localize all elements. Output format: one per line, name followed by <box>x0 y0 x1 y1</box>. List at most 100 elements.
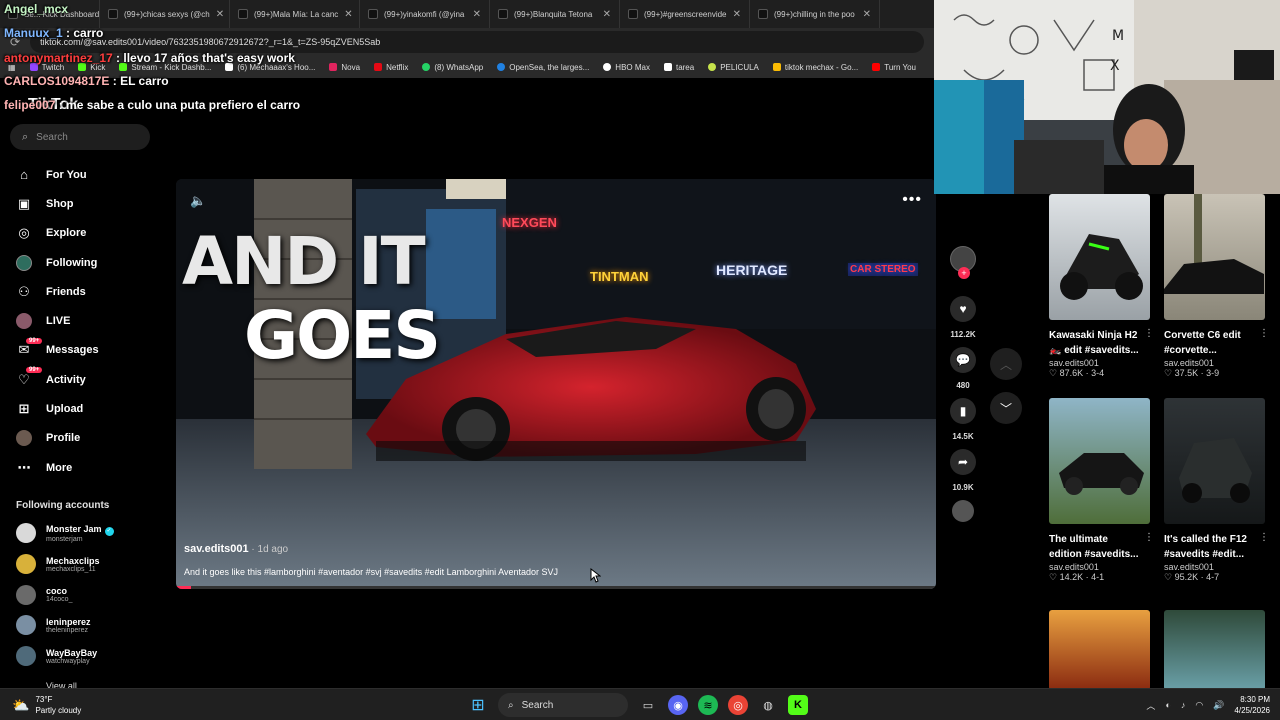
bookmark-hbo[interactable]: HBO Max <box>603 63 650 72</box>
upload-icon: ⊞ <box>18 401 30 417</box>
video-info: sav.edits001 · 1d ago And it goes like t… <box>184 543 558 577</box>
related-video-card[interactable] <box>1164 610 1265 688</box>
sidebar-item-for-you[interactable]: ⌂ For You <box>16 160 166 189</box>
video-progress-bar[interactable] <box>176 586 936 589</box>
video-time: · 1d ago <box>248 544 289 555</box>
music-disc-button[interactable] <box>944 500 982 522</box>
bookmark-opensea[interactable]: OpenSea, the larges... <box>497 63 589 72</box>
sidebar-item-friends[interactable]: ⚇ Friends <box>16 277 166 306</box>
tray-chevron-icon[interactable]: ︿ <box>1146 699 1155 712</box>
comment-icon: 💬 <box>950 347 976 373</box>
tab-close-icon[interactable]: ✕ <box>344 9 352 20</box>
share-button[interactable]: ➦ 10.9K <box>944 449 982 492</box>
video-author[interactable]: sav.edits001 <box>184 543 249 555</box>
obs-icon[interactable]: ◍ <box>758 695 778 715</box>
volume-icon[interactable]: 🔈 <box>190 193 206 209</box>
search-input[interactable]: ⌕ Search <box>10 124 150 150</box>
tab-close-icon[interactable]: ✕ <box>473 9 481 20</box>
tab-6[interactable]: (99+)chilling in the poo ✕ <box>750 0 880 28</box>
network-icon[interactable]: ◐ <box>1165 700 1170 710</box>
tab-close-icon[interactable]: ✕ <box>603 9 611 20</box>
related-video-card[interactable] <box>1049 610 1150 688</box>
spotify-icon[interactable]: ≋ <box>698 695 718 715</box>
following-icon <box>16 254 32 271</box>
video-overlay-text-line2: GOES <box>244 297 441 374</box>
volume-icon[interactable]: 🔊 <box>1213 700 1224 711</box>
chrome-icon[interactable]: ◎ <box>728 695 748 715</box>
clock[interactable]: 8:30 PM 4/25/2026 <box>1234 694 1270 716</box>
avatar <box>16 646 36 667</box>
related-more-icon[interactable]: ⋮ <box>1259 532 1269 543</box>
related-video-card[interactable]: The ultimate edition #savedits... sav.edi… <box>1049 398 1154 583</box>
following-account[interactable]: leninperez theleninperez <box>16 610 166 641</box>
sidebar-item-upload[interactable]: ⊞ Upload <box>16 394 166 423</box>
related-video-card[interactable]: Kawasaki Ninja H2 🏍️ edit #savedits... sa… <box>1049 194 1154 379</box>
chat-message: Angel_mcx <box>4 2 69 16</box>
related-more-icon[interactable]: ⋮ <box>1144 532 1154 543</box>
bookmark-tarea[interactable]: tarea <box>663 63 694 72</box>
more-options-icon[interactable]: ••• <box>902 191 922 209</box>
sidebar-item-explore[interactable]: ◎ Explore <box>16 219 166 248</box>
weather-widget[interactable]: ⛅ 73°F Partly cloudy <box>12 694 81 716</box>
hbo-icon <box>603 63 612 71</box>
windows-start-icon[interactable]: ⊞ <box>468 695 488 715</box>
video-thumbnail <box>1049 398 1150 524</box>
sidebar-item-profile[interactable]: Profile <box>16 424 166 453</box>
home-icon: ⌂ <box>20 167 28 183</box>
sidebar-item-activity[interactable]: ♡ 99+ Activity <box>16 365 166 394</box>
tab-close-icon[interactable]: ✕ <box>733 9 741 20</box>
sidebar-item-shop[interactable]: ▣ Shop <box>16 189 166 218</box>
tab-5[interactable]: (99+)#greenscreenvide ✕ <box>620 0 750 28</box>
tab-close-icon[interactable]: ✕ <box>863 9 871 20</box>
related-stats: ♡ 37.5K · 3-9 <box>1164 368 1220 378</box>
related-more-icon[interactable]: ⋮ <box>1259 328 1269 339</box>
tab-1[interactable]: (99+)chicas sexys (@ch ✕ <box>100 0 230 28</box>
following-account[interactable]: WayBayBay watchwayplay <box>16 641 166 672</box>
related-author: sav.edits001 <box>1164 358 1214 368</box>
bookmark-pelicula[interactable]: PELICULA <box>708 63 759 72</box>
follow-plus-icon[interactable]: + <box>958 267 970 279</box>
related-title: Kawasaki Ninja H2 <box>1049 330 1138 341</box>
bookmark-nova[interactable]: Nova <box>329 63 360 72</box>
shop-icon: ▣ <box>17 195 31 211</box>
related-video-card[interactable]: Corvette C6 edit #corvette... sav.edits00… <box>1164 194 1269 379</box>
heart-icon: ♡ <box>1164 572 1175 582</box>
previous-video-button[interactable]: ︿ <box>990 348 1022 380</box>
kick-app-icon[interactable]: K <box>788 695 808 715</box>
following-account[interactable]: Mechaxclips mechaxclips_11 <box>16 549 166 580</box>
discord-icon[interactable]: ◉ <box>668 695 688 715</box>
save-button[interactable]: ▮ 14.5K <box>944 398 982 441</box>
tab-3[interactable]: (99+)yinakomfi (@yina ✕ <box>360 0 490 28</box>
url-field[interactable]: tiktok.com/@sav.edits001/video/763235198… <box>30 31 924 53</box>
related-more-icon[interactable]: ⋮ <box>1144 328 1154 339</box>
bookmark-whatsapp[interactable]: (8) WhatsApp <box>422 63 483 72</box>
like-button[interactable]: ♥ 112.2K <box>944 296 982 339</box>
tarea-icon <box>663 63 672 71</box>
comment-button[interactable]: 💬 480 <box>944 347 982 390</box>
video-thumbnail <box>1164 194 1265 320</box>
task-view-icon[interactable]: ▭ <box>638 695 658 715</box>
sidebar-item-following[interactable]: Following <box>16 248 166 277</box>
creator-avatar-button[interactable]: + <box>944 246 982 279</box>
video-player[interactable]: NEXGEN TINTMAN HERITAGE CAR STEREO AND I… <box>176 179 936 589</box>
sidebar-item-more[interactable]: ⋯ More <box>16 453 166 482</box>
chevron-down-icon: ﹀ <box>999 401 1012 416</box>
next-video-button[interactable]: ﹀ <box>990 392 1022 424</box>
following-accounts-list: Monster Jam ✓ monsterjam Mechaxclips mechax… <box>16 518 166 671</box>
following-account[interactable]: Monster Jam ✓ monsterjam <box>16 518 166 549</box>
tab-2[interactable]: (99+)Mala Mía: La canc ✕ <box>230 0 360 28</box>
bookmark-youtube[interactable]: Turn You <box>872 63 916 72</box>
microphone-icon[interactable]: ♪ <box>1181 700 1186 710</box>
tab-close-icon[interactable]: ✕ <box>216 9 224 20</box>
tab-4[interactable]: (99+)Blanquita Tetona ✕ <box>490 0 620 28</box>
taskbar-search[interactable]: ⌕ Search <box>498 693 628 717</box>
video-thumbnail <box>1164 610 1265 688</box>
related-video-card[interactable]: It's called the F12 #savedits #edit... sa… <box>1164 398 1269 583</box>
partly-cloudy-icon: ⛅ <box>12 696 30 713</box>
following-account[interactable]: coco 14coco_ <box>16 579 166 610</box>
bookmark-drive[interactable]: tiktok mechax - Go... <box>772 63 858 72</box>
sidebar-item-messages[interactable]: ✉ 99+ Messages <box>16 336 166 365</box>
wifi-icon[interactable]: ◠ <box>1195 700 1203 711</box>
bookmark-netflix[interactable]: Netflix <box>374 63 408 72</box>
sidebar-item-live[interactable]: LIVE <box>16 306 166 335</box>
